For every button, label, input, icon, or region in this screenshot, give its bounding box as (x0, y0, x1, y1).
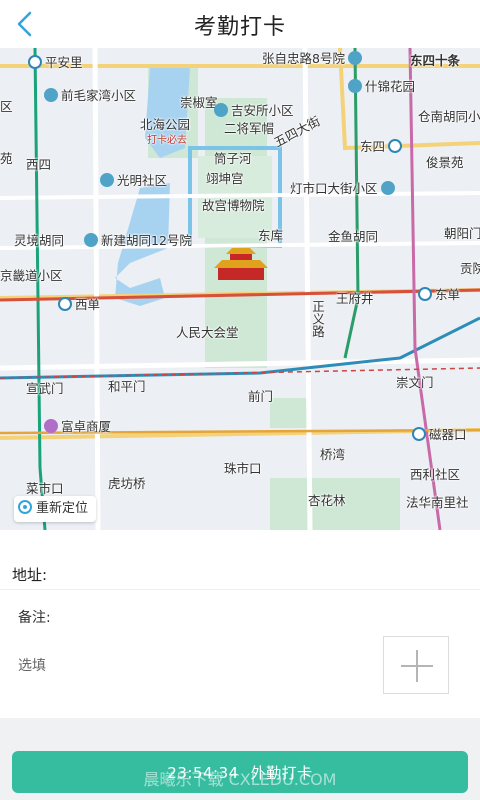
metro-icon (412, 427, 426, 441)
map-park-small (270, 398, 310, 428)
poi-xisi[interactable]: 西四 (26, 154, 51, 173)
poi-erjiangjunmao[interactable]: 二将军帽 (224, 118, 274, 137)
poi-dongsishitiao[interactable]: 东四十条 (410, 50, 460, 69)
poi-chaoyangmen[interactable]: 朝阳门 (444, 223, 480, 242)
poi-renmindahuitang[interactable]: 人民大会堂 (176, 322, 239, 341)
poi-guangmingshequ[interactable]: 光明社区 (100, 170, 167, 189)
locate-icon (18, 500, 32, 514)
poi-jinyuhutong[interactable]: 金鱼胡同 (328, 226, 378, 245)
poi-xuanwumen[interactable]: 宣武门 (26, 378, 64, 397)
poi-junjingyuan[interactable]: 俊景苑 (426, 152, 464, 171)
poi-hufangqiao[interactable]: 虎坊桥 (108, 473, 146, 492)
poi-hepingmen[interactable]: 和平门 (108, 376, 146, 395)
map-road (92, 48, 101, 530)
poi-dongdan[interactable]: 东单 (418, 284, 460, 303)
building-icon (100, 173, 114, 187)
poi-chongjiaoshi[interactable]: 崇椒室 (180, 92, 218, 111)
poi-xidan[interactable]: 西单 (58, 294, 100, 313)
page-title: 考勤打卡 (193, 15, 286, 40)
building-icon (44, 88, 58, 102)
poi-zhangzizhonglu[interactable]: 张自忠路8号院 (262, 48, 365, 67)
poi-wangfujing[interactable]: 王府井 (336, 288, 374, 307)
poi-dengshikou[interactable]: 灯市口大街小区 (290, 178, 398, 197)
poi-fuzhuoshangsha[interactable]: 富卓商厦 (44, 416, 111, 435)
section-divider (0, 718, 480, 740)
building-icon (84, 233, 98, 247)
map-view[interactable]: 平安里 张自忠路8号院 东四十条 前毛家湾小区 崇椒室 什锦花园 区 北海公园 … (0, 48, 480, 530)
poi-qianmaojiawan[interactable]: 前毛家湾小区 (44, 85, 136, 104)
poi-xinglin[interactable]: 杏花林 (308, 490, 346, 509)
poi-jingjidao[interactable]: 京畿道小区 (0, 265, 63, 284)
shopping-icon (44, 419, 58, 433)
map-metro-line (33, 48, 47, 530)
add-photo-button[interactable] (383, 636, 449, 694)
poi-dongku[interactable]: 东库 (258, 225, 283, 244)
poi-yuan[interactable]: 苑 (0, 148, 13, 167)
poi-zhushikou[interactable]: 珠市口 (224, 458, 262, 477)
poi-chongwenmen[interactable]: 崇文门 (396, 372, 434, 391)
metro-icon (58, 297, 72, 311)
building-icon (347, 51, 362, 65)
poi-gugong[interactable]: 故宫博物院 (202, 195, 265, 214)
metro-icon (388, 139, 403, 153)
poi-shijinhuayuan[interactable]: 什锦花园 (348, 76, 415, 95)
poi-jixiangsuo[interactable]: 吉安所小区 (214, 100, 294, 119)
building-icon (380, 181, 395, 195)
poi-qu[interactable]: 区 (0, 96, 13, 115)
poi-pinganli[interactable]: 平安里 (28, 52, 83, 71)
address-label: 地址: (12, 566, 48, 584)
metro-icon (28, 55, 42, 69)
header: 考勤打卡 (0, 0, 480, 48)
poi-xilishequ[interactable]: 西利社区 (410, 464, 460, 483)
poi-zhengyilu[interactable]: 正义路 (308, 300, 327, 338)
poi-fahuasinanli[interactable]: 法华南里社 (406, 492, 469, 511)
building-icon (348, 79, 362, 93)
poi-qianmen[interactable]: 前门 (248, 386, 273, 405)
poi-gongfu[interactable]: 贡院 (460, 258, 480, 277)
poi-cangnanhutong[interactable]: 仓南胡同小区 (418, 106, 480, 125)
poi-lingjinghutong[interactable]: 灵境胡同 (14, 230, 64, 249)
poi-caishikou[interactable]: 菜市口 (26, 478, 64, 497)
map-road (0, 241, 480, 250)
address-row: 地址: (0, 548, 480, 590)
note-input[interactable] (18, 644, 358, 688)
poi-qiaowan[interactable]: 桥湾 (320, 444, 345, 463)
checkin-time: 23:54:34 (167, 763, 239, 782)
poi-ciqikou[interactable]: 磁器口 (412, 424, 467, 443)
poi-tongzihe[interactable]: 筒子河 (214, 148, 252, 167)
building-icon (214, 103, 228, 117)
poi-dakabiqu[interactable]: 打卡必去 (147, 131, 187, 146)
field-checkin-button[interactable]: 23:54:34 外勤打卡 (12, 751, 468, 793)
poi-dongsi[interactable]: 东四 (360, 136, 405, 155)
note-label: 备注: (18, 610, 51, 626)
poi-kunninggong[interactable]: 翊坤宫 (206, 168, 244, 187)
checkin-label: 外勤打卡 (250, 763, 313, 782)
poi-xinjianhutong[interactable]: 新建胡同12号院 (84, 230, 192, 249)
metro-icon (418, 287, 432, 301)
relocate-button[interactable]: 重新定位 (14, 496, 97, 522)
